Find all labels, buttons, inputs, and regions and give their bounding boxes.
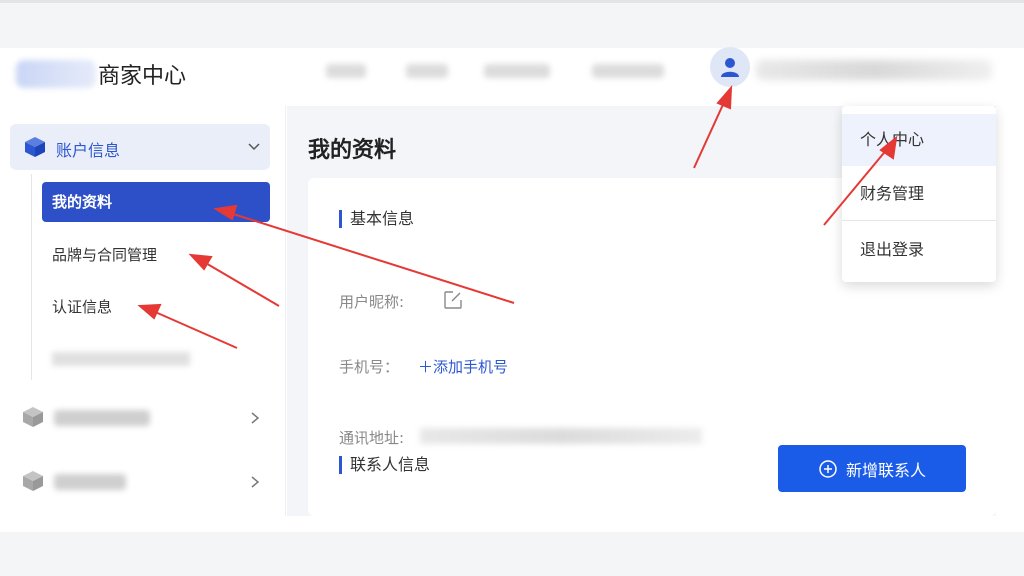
sidebar-group-redacted-2[interactable] — [22, 468, 270, 498]
nickname-label: 用户昵称: — [339, 293, 405, 311]
address-value-redacted — [420, 428, 702, 444]
page-bottom-band — [0, 532, 1024, 576]
user-dropdown-menu: 个人中心 财务管理 退出登录 — [842, 106, 996, 282]
group-label-redacted — [54, 474, 126, 490]
chevron-right-icon — [251, 476, 260, 488]
submenu-guide-line — [31, 174, 32, 380]
address-label: 通讯地址: — [339, 429, 405, 447]
group-label-redacted — [54, 410, 150, 426]
menu-item-personal-center[interactable]: 个人中心 — [842, 114, 996, 166]
sidebar-item-my-profile[interactable]: 我的资料 — [42, 182, 270, 222]
cube-icon — [23, 407, 43, 427]
section-title-contact-info: 联系人信息 — [339, 456, 430, 474]
sidebar-group-account-info[interactable]: 账户信息 — [10, 124, 270, 170]
edit-icon[interactable] — [443, 290, 463, 310]
menu-item-logout[interactable]: 退出登录 — [842, 224, 996, 276]
browser-top-band — [0, 0, 1024, 48]
add-phone-link[interactable]: ＋添加手机号 — [418, 356, 508, 377]
logo-redacted[interactable] — [16, 60, 96, 88]
new-contact-button[interactable]: 新增联系人 — [778, 445, 966, 492]
page-title: 我的资料 — [308, 138, 397, 163]
user-icon — [721, 58, 739, 77]
cube-icon — [23, 471, 43, 491]
phone-label: 手机号： — [339, 358, 400, 376]
chevron-down-icon — [248, 143, 260, 151]
brand-title: 商家中心 — [98, 64, 187, 89]
sidebar-group-redacted-1[interactable] — [22, 404, 270, 434]
nav-item-redacted-4[interactable] — [592, 64, 664, 78]
sidebar-item-redacted[interactable] — [52, 352, 190, 366]
sidebar-group-label: 账户信息 — [56, 141, 121, 160]
sidebar-item-brand-contract[interactable]: 品牌与合同管理 — [42, 235, 270, 275]
new-contact-label: 新增联系人 — [845, 460, 926, 480]
chevron-right-icon — [251, 412, 260, 424]
menu-divider — [842, 220, 996, 221]
plus-circle-icon — [819, 459, 837, 478]
nav-item-redacted-3[interactable] — [484, 64, 550, 78]
sidebar: 账户信息 我的资料 品牌与合同管理 认证信息 — [0, 106, 286, 516]
nav-item-redacted-2[interactable] — [406, 64, 448, 78]
section-title-basic-info: 基本信息 — [339, 210, 414, 228]
sidebar-item-certification[interactable]: 认证信息 — [42, 287, 270, 327]
cube-icon — [25, 137, 45, 157]
user-avatar[interactable] — [710, 47, 750, 87]
username-redacted[interactable] — [756, 60, 992, 80]
menu-item-finance[interactable]: 财务管理 — [842, 168, 996, 220]
nav-item-redacted-1[interactable] — [326, 64, 366, 78]
